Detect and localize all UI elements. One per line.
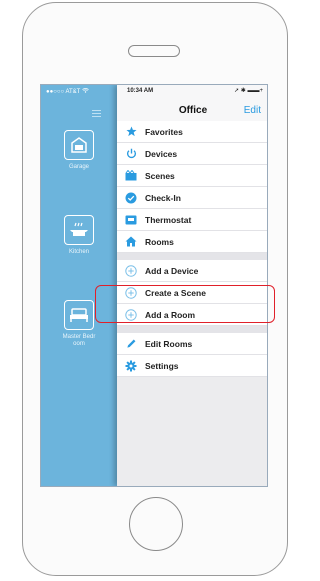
check-circle-icon	[125, 192, 137, 204]
gear-icon	[125, 360, 137, 372]
add-circle-icon	[125, 264, 137, 277]
room-label-line2: oom	[73, 341, 85, 347]
menu-item-thermostat[interactable]: Thermostat	[117, 209, 267, 231]
room-label-line1: Master Bedr	[62, 334, 96, 340]
room-label: Kitchen	[68, 249, 89, 255]
menu-item-add-device[interactable]: Add a Device	[117, 260, 267, 282]
menu-empty-area	[117, 377, 267, 486]
highlight-annotation	[95, 285, 275, 323]
menu-item-settings[interactable]: Settings	[117, 355, 267, 377]
thermostat-icon	[125, 214, 137, 226]
hamburger-menu-icon[interactable]	[92, 110, 101, 118]
garage-icon	[64, 130, 94, 160]
status-time: 10:34 AM	[127, 88, 154, 94]
scenes-icon	[125, 170, 137, 182]
section-divider	[117, 326, 267, 333]
kitchen-icon	[64, 215, 94, 245]
menu-item-rooms[interactable]: Rooms	[117, 231, 267, 253]
menu-item-devices[interactable]: Devices	[117, 143, 267, 165]
home-button[interactable]	[129, 497, 183, 551]
bed-icon	[64, 300, 94, 330]
wifi-icon	[82, 88, 89, 95]
room-label: Garage	[68, 164, 89, 170]
navigation-bar: 10:34 AM ➚ ✱ ▬▬+ Office Edit	[117, 85, 267, 122]
room-garage[interactable]: Garage	[41, 130, 117, 171]
menu-item-check-in[interactable]: Check-In	[117, 187, 267, 209]
room-kitchen[interactable]: Kitchen	[41, 215, 117, 256]
menu-item-edit-rooms[interactable]: Edit Rooms	[117, 333, 267, 355]
status-carrier: ●●○○○ AT&T	[46, 88, 89, 95]
pencil-icon	[125, 338, 137, 350]
house-icon	[125, 236, 137, 248]
edit-button[interactable]: Edit	[244, 105, 261, 116]
power-icon	[125, 148, 137, 160]
status-indicators: ➚ ✱ ▬▬+	[234, 88, 263, 94]
section-divider	[117, 253, 267, 260]
speaker-slot	[128, 45, 180, 57]
menu-item-scenes[interactable]: Scenes	[117, 165, 267, 187]
star-icon	[125, 126, 137, 138]
menu-item-favorites[interactable]: Favorites	[117, 121, 267, 143]
